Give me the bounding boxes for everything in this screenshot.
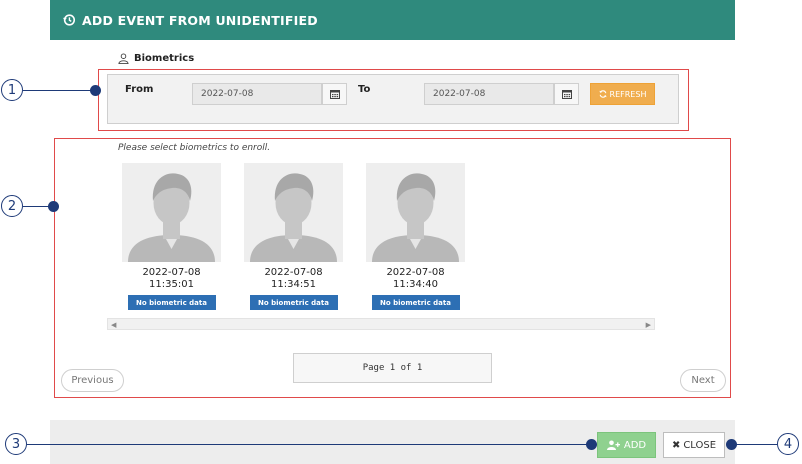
page-indicator: Page 1 of 1 — [293, 353, 492, 383]
scroll-left-icon[interactable]: ◀ — [111, 321, 116, 329]
previous-button[interactable]: Previous — [61, 369, 124, 392]
biometric-card[interactable]: 2022-07-08 11:34:51 No biometric data — [244, 163, 343, 310]
avatar-placeholder — [122, 163, 221, 262]
callout-dot — [48, 201, 59, 212]
refresh-button[interactable]: REFRESH — [590, 83, 655, 105]
callout-dot — [726, 439, 737, 450]
card-date: 2022-07-08 — [386, 267, 445, 278]
refresh-icon — [598, 90, 607, 98]
from-label: From — [125, 84, 154, 95]
biometric-card[interactable]: 2022-07-08 11:35:01 No biometric data — [122, 163, 221, 310]
person-silhouette-icon — [250, 173, 337, 262]
from-calendar-button[interactable] — [322, 83, 347, 105]
add-user-icon — [606, 440, 620, 450]
avatar-placeholder — [366, 163, 465, 262]
card-time: 11:34:40 — [393, 279, 438, 290]
history-icon — [62, 14, 76, 26]
close-label: CLOSE — [683, 439, 717, 451]
biometric-card[interactable]: 2022-07-08 11:34:40 No biometric data — [366, 163, 465, 310]
biometrics-label: Biometrics — [134, 53, 195, 64]
avatar-placeholder — [244, 163, 343, 262]
person-silhouette-icon — [128, 173, 215, 262]
callout-leader-line — [23, 90, 95, 91]
to-label: To — [358, 84, 371, 95]
callout-marker: 1 — [1, 79, 23, 101]
card-time: 11:34:51 — [271, 279, 316, 290]
scroll-right-icon[interactable]: ▶ — [646, 321, 651, 329]
callout-marker: 2 — [1, 195, 23, 217]
select-hint: Please select biometrics to enroll. — [118, 143, 271, 153]
to-date-input[interactable]: 2022-07-08 — [424, 83, 554, 105]
horizontal-scrollbar[interactable]: ◀ ▶ — [107, 318, 655, 330]
close-icon: ✖ — [671, 439, 681, 451]
to-calendar-button[interactable] — [554, 83, 579, 105]
callout-leader-line — [27, 444, 592, 445]
calendar-icon — [329, 90, 340, 99]
refresh-label: REFRESH — [609, 89, 647, 99]
card-date: 2022-07-08 — [264, 267, 323, 278]
dialog-title: ADD EVENT FROM UNIDENTIFIED — [82, 12, 318, 28]
status-badge: No biometric data — [127, 295, 216, 310]
biometrics-section-label: Biometrics — [118, 53, 194, 64]
callout-dot — [586, 439, 597, 450]
callout-marker: 3 — [5, 433, 27, 455]
callout-dot — [90, 85, 101, 96]
person-silhouette-icon — [372, 173, 459, 262]
card-time: 11:35:01 — [149, 279, 194, 290]
close-button[interactable]: ✖ CLOSE — [663, 432, 725, 458]
dialog-header: ADD EVENT FROM UNIDENTIFIED — [50, 0, 735, 40]
callout-marker: 4 — [777, 433, 799, 455]
from-date-input[interactable]: 2022-07-08 — [192, 83, 322, 105]
status-badge: No biometric data — [249, 295, 338, 310]
add-button[interactable]: ADD — [597, 432, 656, 458]
add-label: ADD — [623, 439, 647, 451]
status-badge: No biometric data — [371, 295, 460, 310]
callout-leader-line — [735, 444, 777, 445]
calendar-icon — [561, 90, 572, 99]
next-button[interactable]: Next — [680, 369, 726, 392]
card-date: 2022-07-08 — [142, 267, 201, 278]
user-icon — [118, 53, 129, 64]
